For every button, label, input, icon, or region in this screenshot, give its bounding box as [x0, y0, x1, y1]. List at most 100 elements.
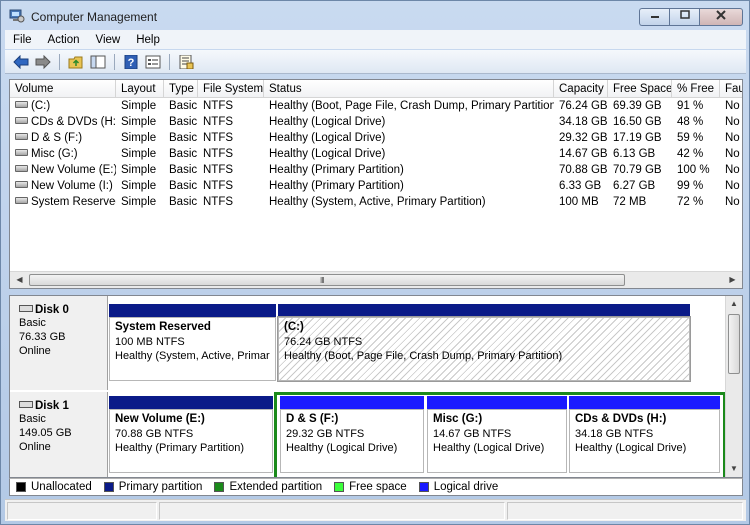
legend-item-unallocated: Unallocated [16, 481, 92, 493]
disk-size: 76.33 GB [19, 331, 66, 343]
type-cell: Basic [169, 132, 198, 144]
partition-title: New Volume (E:) [115, 413, 205, 425]
minimize-button[interactable] [639, 8, 669, 26]
legend-label: Extended partition [229, 481, 323, 493]
disk-row: Disk 1 Basic 149.05 GB Online New Volume… [10, 392, 726, 477]
column-header-status[interactable]: Status [264, 80, 554, 98]
export-list-icon[interactable] [176, 53, 196, 71]
partition-system-reserved[interactable]: System Reserved 100 MB NTFS Healthy (Sys… [109, 304, 276, 381]
fault-tolerance-cell: No [725, 148, 740, 160]
partition-title: Misc (G:) [433, 413, 483, 425]
forward-arrow-icon[interactable] [33, 53, 53, 71]
maximize-button[interactable] [669, 8, 699, 26]
svg-text:?: ? [128, 57, 135, 69]
close-button[interactable] [699, 8, 743, 26]
status-cell: Healthy (System, Active, Primary Partiti… [269, 196, 486, 208]
toolbar-separator [114, 53, 115, 70]
table-row[interactable]: Misc (G:) Simple Basic NTFS Healthy (Log… [10, 146, 742, 162]
column-header-percent-free[interactable]: % Free [672, 80, 720, 98]
disk-graphical-view[interactable]: Disk 0 Basic 76.33 GB Online System Rese… [9, 295, 743, 478]
menu-action[interactable]: Action [40, 34, 88, 46]
capacity-cell: 29.32 GB [559, 132, 608, 144]
column-header-file-system[interactable]: File System [198, 80, 264, 98]
partition-cds-dvds-h[interactable]: CDs & DVDs (H:) 34.18 GB NTFS Healthy (L… [569, 396, 720, 473]
partition-misc-g[interactable]: Misc (G:) 14.67 GB NTFS Healthy (Logical… [427, 396, 567, 473]
menu-file[interactable]: File [5, 34, 40, 46]
scroll-right-arrow-icon[interactable]: ▶ [724, 272, 741, 288]
volume-name: Misc (G:) [31, 148, 78, 160]
table-row[interactable]: System Reserved Simple Basic NTFS Health… [10, 194, 742, 210]
volume-cell: CDs & DVDs (H:) [10, 114, 116, 130]
column-header-layout[interactable]: Layout [116, 80, 164, 98]
layout-cell: Simple [121, 100, 157, 112]
show-hide-tree-icon[interactable] [88, 53, 108, 71]
fault-tolerance-cell: No [725, 196, 740, 208]
table-row[interactable]: D & S (F:) Simple Basic NTFS Healthy (Lo… [10, 130, 742, 146]
percent-free-cell: 91 % [677, 100, 704, 112]
column-header-capacity[interactable]: Capacity [554, 80, 608, 98]
partition-d-and-s-f[interactable]: D & S (F:) 29.32 GB NTFS Healthy (Logica… [280, 396, 424, 473]
percent-free-cell: 72 % [677, 196, 704, 208]
partition-body: System Reserved 100 MB NTFS Healthy (Sys… [109, 317, 276, 381]
type-cell: Basic [169, 148, 198, 160]
legend-item-extended-partition: Extended partition [214, 481, 322, 493]
column-header-free-space[interactable]: Free Space [608, 80, 672, 98]
partition-body: CDs & DVDs (H:) 34.18 GB NTFS Healthy (L… [569, 409, 720, 473]
table-row[interactable]: (C:) Simple Basic NTFS Healthy (Boot, Pa… [10, 98, 742, 114]
scroll-left-arrow-icon[interactable]: ◀ [11, 272, 28, 288]
properties-icon[interactable] [143, 53, 163, 71]
column-header-volume[interactable]: Volume [10, 80, 116, 98]
partition-size: 34.18 GB NTFS [575, 428, 654, 440]
logical-drive-bar [427, 396, 567, 409]
help-icon[interactable]: ? [121, 53, 141, 71]
status-bar-panel [159, 502, 505, 520]
caption-buttons [639, 8, 743, 26]
table-row[interactable]: New Volume (E:) Simple Basic NTFS Health… [10, 162, 742, 178]
vertical-scroll-thumb[interactable] [728, 314, 740, 374]
table-row[interactable]: New Volume (I:) Simple Basic NTFS Health… [10, 178, 742, 194]
primary-partition-bar [278, 304, 690, 317]
volume-cell: New Volume (I:) [10, 178, 116, 194]
percent-free-cell: 59 % [677, 132, 704, 144]
disk-info[interactable]: Disk 0 Basic 76.33 GB Online [10, 296, 108, 390]
column-header-type[interactable]: Type [164, 80, 198, 98]
free-space-cell: 6.27 GB [613, 180, 656, 192]
menu-view[interactable]: View [88, 34, 129, 46]
partition-size: 14.67 GB NTFS [433, 428, 512, 440]
legend-item-logical-drive: Logical drive [418, 481, 498, 493]
legend-item-primary-partition: Primary partition [103, 481, 202, 493]
vertical-scrollbar[interactable]: ▲ ▼ [725, 296, 742, 477]
table-row[interactable]: CDs & DVDs (H:) Simple Basic NTFS Health… [10, 114, 742, 130]
partition-title: (C:) [284, 321, 304, 333]
partition-body-selected: (C:) 76.24 GB NTFS Healthy (Boot, Page F… [277, 316, 691, 382]
partition-status: Healthy (Logical Drive) [433, 442, 545, 454]
scroll-down-arrow-icon[interactable]: ▼ [726, 461, 742, 477]
status-cell: Healthy (Primary Partition) [269, 164, 404, 176]
menu-help[interactable]: Help [128, 34, 168, 46]
column-header-fault-tolerance[interactable]: Fau [720, 80, 742, 98]
disk-row: Disk 0 Basic 76.33 GB Online System Rese… [10, 296, 726, 390]
volume-name: System Reserved [31, 196, 116, 208]
capacity-cell: 34.18 GB [559, 116, 608, 128]
legend-label: Free space [349, 481, 407, 493]
up-folder-icon[interactable] [66, 53, 86, 71]
fault-tolerance-cell: No [725, 180, 740, 192]
volume-list-view[interactable]: Volume Layout Type File System Status Ca… [9, 79, 743, 289]
fault-tolerance-cell: No [725, 100, 740, 112]
volume-cell: Misc (G:) [10, 146, 116, 162]
back-arrow-icon[interactable] [11, 53, 31, 71]
volume-name: CDs & DVDs (H:) [31, 116, 116, 128]
fault-tolerance-cell: No [725, 132, 740, 144]
scroll-up-arrow-icon[interactable]: ▲ [726, 296, 742, 312]
disk-info[interactable]: Disk 1 Basic 149.05 GB Online [10, 392, 108, 477]
partition-c[interactable]: (C:) 76.24 GB NTFS Healthy (Boot, Page F… [277, 304, 691, 382]
type-cell: Basic [169, 100, 198, 112]
status-cell: Healthy (Primary Partition) [269, 180, 404, 192]
volume-list-rows: (C:) Simple Basic NTFS Healthy (Boot, Pa… [10, 98, 742, 210]
title-bar[interactable]: Computer Management [1, 1, 749, 31]
horizontal-scrollbar[interactable]: ◀ III ▶ [10, 271, 742, 288]
horizontal-scroll-thumb[interactable]: III [29, 274, 625, 286]
file-system-cell: NTFS [203, 148, 234, 160]
partition-status: Healthy (Boot, Page File, Crash Dump, Pr… [284, 350, 563, 362]
partition-new-volume-e[interactable]: New Volume (E:) 70.88 GB NTFS Healthy (P… [109, 396, 273, 473]
